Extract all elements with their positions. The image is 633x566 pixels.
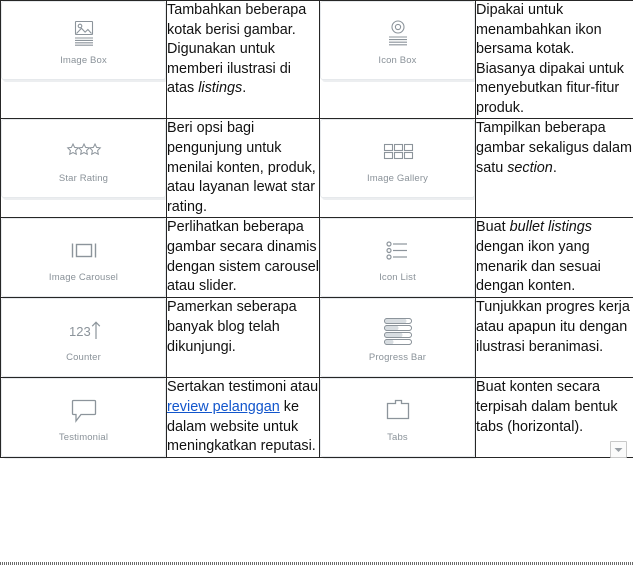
widget-card-icon-box[interactable]: Icon Box (320, 1, 475, 80)
star-rating-icon (64, 133, 104, 171)
progress-bar-icon (378, 312, 418, 350)
image-gallery-icon (380, 133, 416, 171)
widget-description-text: Beri opsi bagi pengunjung untuk menilai … (167, 120, 316, 215)
icon-list-icon (379, 232, 417, 270)
icon-box-icon (381, 15, 415, 53)
widget-card-image-box[interactable]: Image Box (1, 1, 166, 80)
tabs-icon (381, 392, 415, 430)
widget-card-tabs[interactable]: Tabs (320, 378, 475, 458)
widget-card-cell-counter: 123 Counter (0, 297, 167, 379)
widget-card-cell-tabs: Tabs (319, 377, 476, 459)
widget-card-image-carousel[interactable]: Image Carousel (1, 218, 166, 298)
widget-description-cell: Buat bullet listings dengan ikon yang me… (475, 217, 633, 299)
widget-card-cell-image-box: Image Box (0, 0, 167, 120)
widget-description-text: Sertakan testimoni atau review pelanggan… (167, 379, 319, 455)
table-row: Image Carousel Perlihatkan beberapa gamb… (0, 217, 633, 299)
widget-description-cell: Tampilkan beberapa gambar sekaligus dala… (475, 118, 633, 219)
widget-card-cell-icon-list: Icon List (319, 217, 476, 299)
counter-icon: 123 (60, 312, 108, 350)
table-row: 123 Counter Pamerkan seberapa banyak blo… (0, 297, 633, 379)
counter-icon-text: 123 (69, 324, 91, 339)
widget-card-label: Tabs (387, 432, 408, 444)
widget-description-text: Tambahkan beberapa kotak berisi gambar. … (167, 2, 307, 97)
widget-description-cell: Perlihatkan beberapa gambar secara dinam… (166, 217, 320, 299)
table-row: Star Rating Beri opsi bagi pengunjung un… (0, 118, 633, 219)
widget-card-label: Testimonial (58, 432, 109, 444)
widget-card-cell-icon-box: Icon Box (319, 0, 476, 120)
dropdown-button[interactable] (610, 441, 627, 458)
widget-reference-table-page: Image Box Tambahkan beberapa kotak beris… (0, 0, 633, 566)
widget-description-cell: Tambahkan beberapa kotak berisi gambar. … (166, 0, 320, 120)
widget-description-text: Pamerkan seberapa banyak blog telah diku… (167, 299, 297, 355)
widget-card-star-rating[interactable]: Star Rating (1, 119, 166, 199)
widget-card-label: Icon List (379, 272, 416, 284)
widget-card-label: Icon Box (378, 54, 417, 66)
widget-card-label: Counter (66, 352, 101, 364)
widget-card-label: Image Carousel (48, 272, 119, 284)
widget-description-text: Buat konten secara terpisah dalam bentuk… (476, 379, 618, 435)
image-carousel-icon (64, 232, 104, 270)
widget-description-text: Perlihatkan beberapa gambar secara dinam… (167, 219, 319, 295)
image-box-icon (67, 15, 101, 53)
testimonial-icon (67, 392, 101, 430)
table-row: Testimonial Sertakan testimoni atau revi… (0, 377, 633, 459)
widget-description-text: Buat bullet listings dengan ikon yang me… (476, 219, 601, 295)
widget-card-cell-image-gallery: Image Gallery (319, 118, 476, 219)
widget-card-label: Star Rating (58, 173, 109, 185)
widget-card-cell-image-carousel: Image Carousel (0, 217, 167, 299)
widget-card-cell-star-rating: Star Rating (0, 118, 167, 219)
widget-description-cell: Beri opsi bagi pengunjung untuk menilai … (166, 118, 320, 219)
widget-description-cell: Sertakan testimoni atau review pelanggan… (166, 377, 320, 459)
widget-description-text: Dipakai untuk menambahkan ikon bersama k… (476, 2, 625, 116)
widget-card-progress-bar[interactable]: Progress Bar (320, 298, 475, 378)
widget-description-cell: Pamerkan seberapa banyak blog telah diku… (166, 297, 320, 379)
widget-card-label: Progress Bar (368, 352, 427, 364)
widget-table: Image Box Tambahkan beberapa kotak beris… (0, 0, 633, 459)
widget-card-counter[interactable]: 123 Counter (1, 298, 166, 378)
widget-card-image-gallery[interactable]: Image Gallery (320, 119, 475, 199)
table-body: Image Box Tambahkan beberapa kotak beris… (0, 0, 633, 459)
widget-card-icon-list[interactable]: Icon List (320, 218, 475, 298)
widget-description-cell: Dipakai untuk menambahkan ikon bersama k… (475, 0, 633, 120)
chevron-down-icon (614, 447, 623, 453)
widget-description-cell: Tunjukkan progres kerja atau apapun itu … (475, 297, 633, 379)
widget-card-cell-progress-bar: Progress Bar (319, 297, 476, 379)
widget-description-text: Tampilkan beberapa gambar sekaligus dala… (476, 120, 632, 176)
widget-card-label: Image Box (60, 54, 107, 66)
table-row: Image Box Tambahkan beberapa kotak beris… (0, 0, 633, 120)
widget-card-testimonial[interactable]: Testimonial (1, 378, 166, 458)
widget-card-label: Image Gallery (366, 173, 429, 185)
page-bottom-edge (0, 562, 633, 565)
widget-description-text: Tunjukkan progres kerja atau apapun itu … (476, 299, 630, 355)
widget-card-cell-testimonial: Testimonial (0, 377, 167, 459)
